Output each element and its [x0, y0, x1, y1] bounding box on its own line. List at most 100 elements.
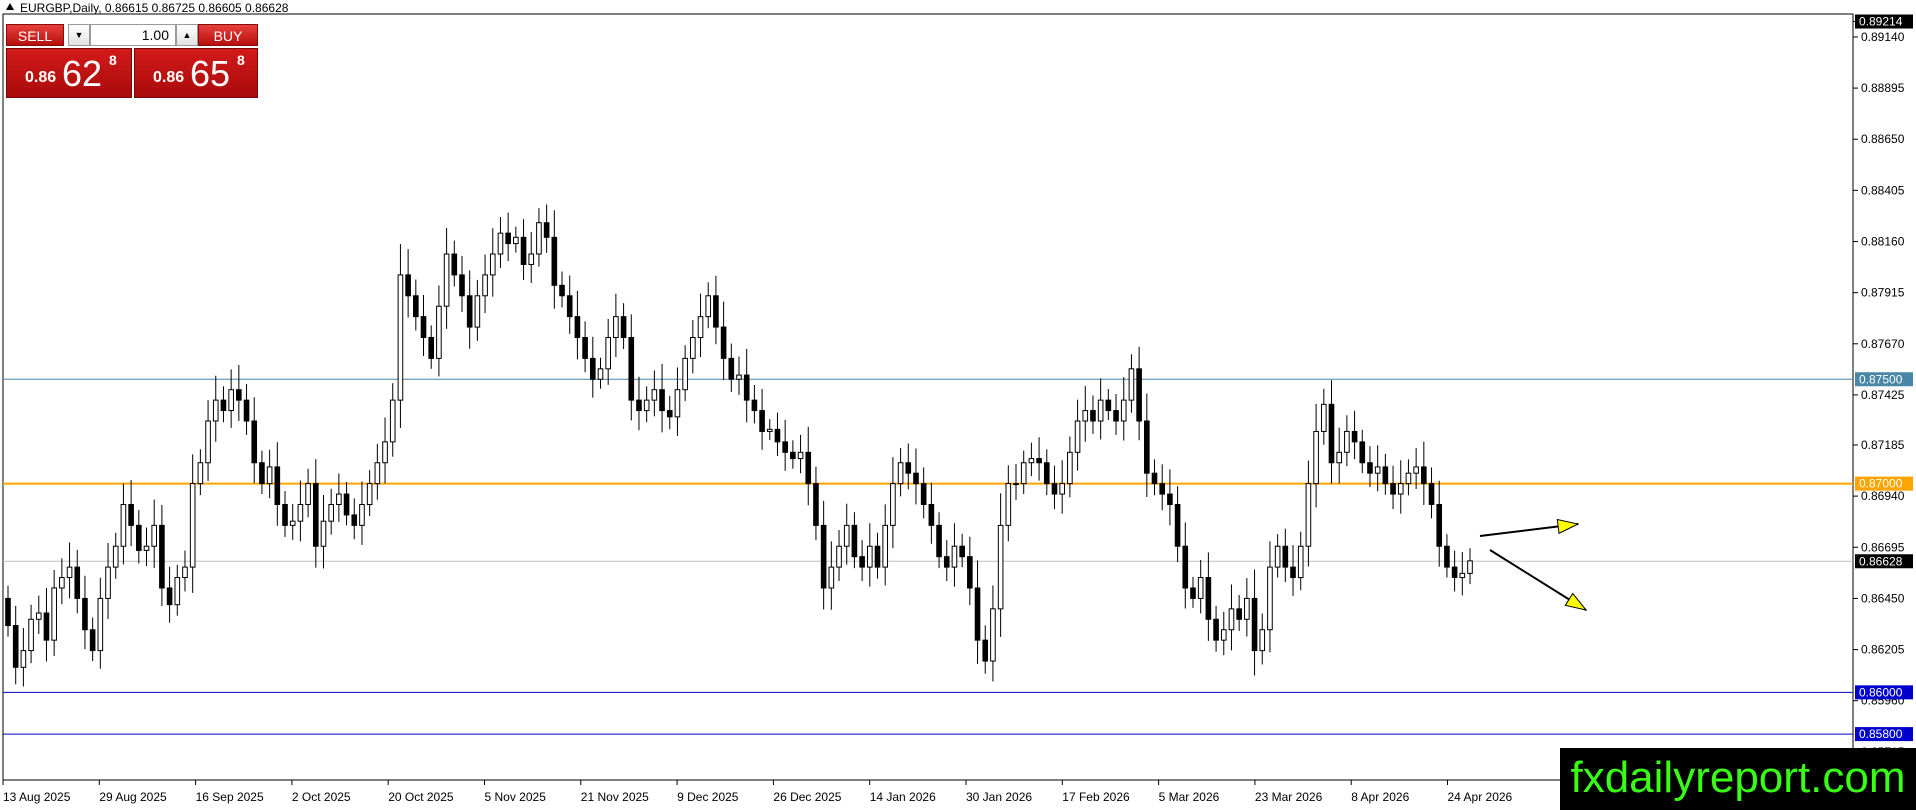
candle-body-bearish	[1421, 466, 1427, 485]
candle-body-bullish	[112, 545, 119, 568]
candle	[620, 303, 627, 350]
candle-body-bearish	[12, 625, 19, 668]
candle	[836, 530, 842, 581]
candle-body-bearish	[236, 389, 242, 401]
candle-body-bullish	[336, 493, 342, 505]
candle	[1428, 467, 1435, 519]
level-price-label: 0.87000	[1859, 477, 1903, 491]
candle	[805, 426, 812, 506]
candle	[1359, 429, 1366, 474]
buy-price-prefix: 0.86	[153, 69, 185, 86]
candle-body-bearish	[136, 524, 142, 551]
candle	[582, 321, 588, 373]
candle-body-bullish	[1267, 566, 1273, 631]
candle-body-bearish	[1428, 483, 1435, 505]
candle-body-bearish	[805, 451, 812, 485]
candle	[35, 595, 42, 634]
candle	[1259, 613, 1266, 665]
lot-decrease-button[interactable]: ▼	[68, 24, 90, 46]
candle-body-bullish	[305, 483, 311, 505]
candle-body-bullish	[843, 524, 850, 547]
candle	[66, 542, 73, 599]
price-chart[interactable]: EURGBP,Daily, 0.86615 0.86725 0.86605 0.…	[0, 0, 1916, 810]
candle	[74, 549, 81, 614]
candle-body-bearish	[282, 503, 288, 526]
candle	[613, 293, 619, 358]
sell-button[interactable]: SELL	[6, 24, 64, 46]
candle	[528, 232, 535, 283]
candle	[1397, 460, 1404, 514]
candle-body-bearish	[905, 462, 912, 474]
candle	[1251, 569, 1258, 676]
arrow-head	[1556, 518, 1580, 535]
candle	[382, 417, 388, 484]
candle-body-bearish	[1328, 403, 1335, 464]
candle	[436, 285, 442, 377]
candle	[359, 481, 365, 545]
candle	[43, 587, 50, 662]
candle-body-bearish	[820, 524, 827, 589]
candle-body-bullish	[20, 650, 27, 668]
candle	[274, 442, 281, 526]
candle-body-bearish	[1159, 483, 1166, 495]
candle-body-bullish	[1067, 451, 1073, 485]
candle	[743, 348, 750, 423]
buy-price-display[interactable]: 0.86 65 8	[134, 48, 258, 98]
candle	[605, 318, 611, 385]
candle-body-bearish	[774, 428, 781, 443]
candle	[513, 226, 519, 253]
x-tick-label: 5 Nov 2025	[485, 790, 547, 804]
lot-increase-button[interactable]: ▲	[176, 24, 198, 46]
candle	[1205, 552, 1212, 641]
candle	[1120, 377, 1127, 441]
candle	[336, 473, 342, 522]
candle	[320, 495, 327, 569]
sell-price-display[interactable]: 0.86 62 8	[6, 48, 132, 98]
candle-body-bearish	[1167, 493, 1173, 505]
candle-body-bearish	[1036, 458, 1042, 464]
lot-size-input[interactable]	[90, 24, 176, 46]
candle-body-bearish	[1043, 462, 1050, 485]
sell-price-pips: 62	[62, 53, 103, 94]
candle	[774, 412, 781, 457]
candle	[651, 370, 658, 417]
candle-body-bullish	[528, 253, 535, 265]
candle-body-bullish	[1344, 430, 1350, 453]
candle-body-bearish	[1390, 483, 1396, 495]
candle	[174, 564, 181, 616]
candle-body-bullish	[1220, 629, 1227, 641]
candle	[1290, 545, 1296, 597]
candle-body-bearish	[967, 556, 973, 589]
candle	[374, 443, 381, 500]
candle-body-bearish	[351, 514, 358, 526]
candle	[297, 480, 304, 542]
candle-body-bullish	[674, 389, 681, 418]
candle	[820, 500, 827, 610]
candle	[1190, 576, 1196, 608]
candle-body-bullish	[682, 357, 688, 391]
candle-body-bullish	[651, 389, 658, 401]
candle	[1097, 378, 1104, 440]
candle	[751, 384, 758, 424]
candle	[997, 493, 1004, 637]
candle-body-bearish	[43, 612, 50, 641]
candle-body-bullish	[536, 222, 542, 255]
y-tick-label: 0.87425	[1861, 388, 1905, 402]
sell-price-fraction: 8	[109, 52, 117, 68]
level-price-label: 0.87500	[1859, 372, 1903, 386]
buy-button[interactable]: BUY	[198, 24, 258, 46]
candle-body-bullish	[205, 420, 211, 464]
candle	[166, 566, 173, 623]
candle-body-bullish	[1305, 483, 1312, 547]
candle-body-bullish	[1336, 451, 1342, 464]
candle-body-bearish	[459, 274, 465, 297]
candle	[1328, 380, 1335, 484]
candle	[574, 290, 581, 360]
candle-body-bearish	[636, 399, 642, 412]
candle-body-bearish	[551, 236, 558, 286]
x-tick-label: 24 Apr 2026	[1448, 790, 1513, 804]
candle-body-bullish	[1028, 458, 1035, 464]
candle-body-bullish	[597, 368, 604, 380]
candle-body-bearish	[420, 316, 427, 339]
x-tick-label: 5 Mar 2026	[1159, 790, 1220, 804]
